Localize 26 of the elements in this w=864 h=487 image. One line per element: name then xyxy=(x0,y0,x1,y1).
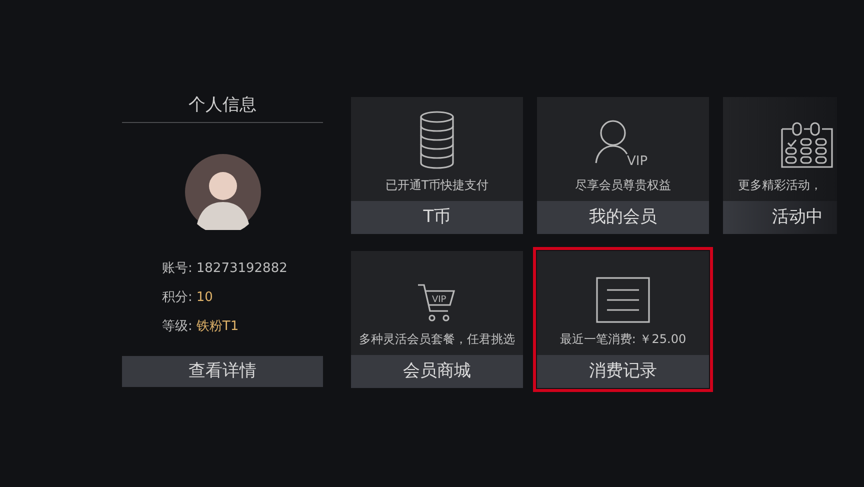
list-icon xyxy=(596,277,650,323)
tile-caption: 更多精彩活动， xyxy=(738,177,822,194)
tile-label: 消费记录 xyxy=(589,360,657,383)
tile-label: 我的会员 xyxy=(589,206,657,229)
menu-tile[interactable]: VIP 尽享会员尊贵权益 我的会员 xyxy=(537,97,709,234)
field-value: 铁粉T1 xyxy=(196,318,239,336)
menu-tile[interactable]: 更多精彩活动， 活动中 xyxy=(723,97,837,234)
calendar-icon xyxy=(780,121,834,169)
tile-label: 会员商城 xyxy=(403,360,471,383)
menu-tile[interactable]: VIP 多种灵活会员套餐，任君挑选 会员商城 xyxy=(351,251,523,388)
field-label: 积分: xyxy=(162,288,192,307)
coin-stack-icon xyxy=(419,111,455,169)
field-label: 等级: xyxy=(162,318,192,336)
tile-label: 活动中 xyxy=(772,206,823,229)
section-title: 个人信息 xyxy=(188,94,256,117)
tile-label: T币 xyxy=(423,206,451,229)
field-label: 账号: xyxy=(162,260,192,278)
menu-tile[interactable]: 已开通T币快捷支付 T币 xyxy=(351,97,523,234)
tile-caption: 尽享会员尊贵权益 xyxy=(575,177,671,194)
tile-caption: 已开通T币快捷支付 xyxy=(385,177,489,194)
tile-caption: 最近一笔消费: ￥25.00 xyxy=(560,331,686,348)
field-value: 10 xyxy=(196,288,213,307)
details-button[interactable]: 查看详情 xyxy=(122,356,323,387)
tile-caption: 多种灵活会员套餐，任君挑选 xyxy=(359,331,515,348)
menu-tile[interactable]: 最近一笔消费: ￥25.00 消费记录 xyxy=(533,247,713,392)
field-value: 18273192882 xyxy=(196,260,288,278)
